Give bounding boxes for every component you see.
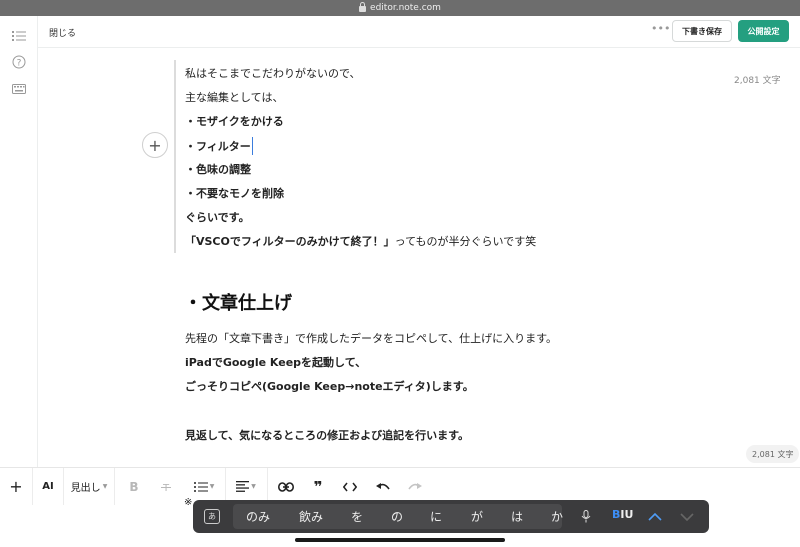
url-text: editor.note.com — [370, 3, 441, 13]
svg-text:?: ? — [17, 59, 22, 69]
keyboard-icon[interactable] — [11, 81, 27, 97]
suggestion-item[interactable]: が — [465, 500, 489, 533]
align-left-icon — [236, 481, 250, 492]
editor-app: editor.note.com ? 閉じる ••• 下書き保存 公開設定 + 2… — [0, 0, 800, 547]
suggestion-item[interactable]: に — [424, 500, 448, 533]
ai-button[interactable]: AI — [33, 468, 63, 505]
list-icon[interactable] — [11, 28, 27, 44]
home-indicator — [295, 538, 505, 542]
partial-text-line: ※ — [184, 497, 193, 508]
chevron-down-icon: ▼ — [251, 483, 256, 490]
suggestion-item[interactable]: は — [505, 500, 529, 533]
suggestion-item[interactable]: 飲み — [290, 500, 332, 533]
section-heading: ・文章仕上げ — [184, 293, 292, 314]
browser-status-bar: editor.note.com — [0, 0, 800, 16]
quote-line: ・モザイクをかける — [185, 115, 284, 128]
suggestion-item[interactable]: のみ — [237, 500, 279, 533]
body-line: iPadでGoogle Keepを起動して、 — [185, 356, 367, 369]
quote-line: 主な編集としては、 — [185, 91, 284, 104]
editor-header: 閉じる ••• 下書き保存 公開設定 — [38, 16, 800, 48]
ime-toggle[interactable]: あ — [204, 509, 220, 524]
quote-line: 私はそこまでこだわりがないので、 — [185, 67, 361, 80]
word-count-badge: 2,081 文字 — [746, 445, 800, 463]
quote-line: ・色味の調整 — [185, 163, 251, 176]
quote-bar — [174, 60, 176, 253]
save-draft-button[interactable]: 下書き保存 — [672, 20, 732, 42]
heading-label: 見出し — [70, 483, 101, 494]
bulleted-list-icon — [193, 481, 208, 492]
suggestion-item[interactable]: の — [385, 500, 409, 533]
format-toolbar: + AI 見出し▼ B T ▼ ▼ ❞ — [0, 467, 800, 505]
url-display[interactable]: editor.note.com — [359, 2, 441, 13]
bold-button[interactable]: B — [120, 468, 148, 505]
close-button[interactable]: 閉じる — [49, 26, 76, 39]
word-count: 2,081 文字 — [734, 76, 781, 86]
chevron-down-icon: ▼ — [102, 483, 108, 490]
keyboard-suggestion-bar: あ のみ 飲み を の に が は か BIU — [193, 500, 709, 533]
heading-dropdown[interactable]: 見出し ▼ — [64, 468, 114, 505]
help-icon[interactable]: ? — [11, 54, 27, 70]
chevron-up-icon[interactable] — [643, 500, 667, 533]
text-caret — [251, 137, 254, 155]
left-rail: ? — [0, 16, 38, 467]
more-options-icon[interactable]: ••• — [651, 22, 670, 35]
quote-line: ・フィルター — [185, 137, 254, 155]
chevron-down-icon: ▼ — [209, 483, 215, 490]
microphone-icon[interactable] — [573, 500, 599, 533]
quote-line: ぐらいです。 — [185, 211, 250, 224]
suggestion-item[interactable]: を — [345, 500, 369, 533]
quote-line-text: ・フィルター — [185, 140, 251, 153]
quote-line: 「VSCOでフィルターのみかけて終了！」ってものが半分ぐらいです笑 — [185, 233, 536, 249]
quote-line-bold: 「VSCOでフィルターのみかけて終了！」 — [185, 235, 395, 248]
editor-body[interactable]: + 2,081 文字 私はそこまでこだわりがないので、 主な編集としては、 ・モ… — [38, 48, 800, 467]
publish-settings-button[interactable]: 公開設定 — [738, 20, 789, 42]
suggestion-item[interactable]: か — [545, 500, 569, 533]
body-line: 先程の「文章下書き」で作成したデータをコピペして、仕上げに入ります。 — [185, 332, 558, 345]
quote-line: ・不要なモノを削除 — [185, 187, 284, 200]
body-line: ごっそりコピペ(Google Keep→noteエディタ)します。 — [185, 380, 474, 393]
biu-rest: IU — [620, 508, 634, 521]
body-line: 見返して、気になるところの修正および追記を行います。 — [185, 429, 470, 442]
chevron-down-icon[interactable] — [675, 500, 699, 533]
insert-block-button[interactable]: + — [142, 132, 168, 158]
add-button[interactable]: + — [0, 468, 32, 505]
strikethrough-icon[interactable]: T — [152, 468, 180, 505]
lock-icon — [359, 2, 367, 12]
toolbar-divider — [114, 468, 115, 505]
quote-line-rest: ってものが半分ぐらいです笑 — [394, 235, 537, 248]
text-format-button[interactable]: BIU — [612, 508, 633, 521]
